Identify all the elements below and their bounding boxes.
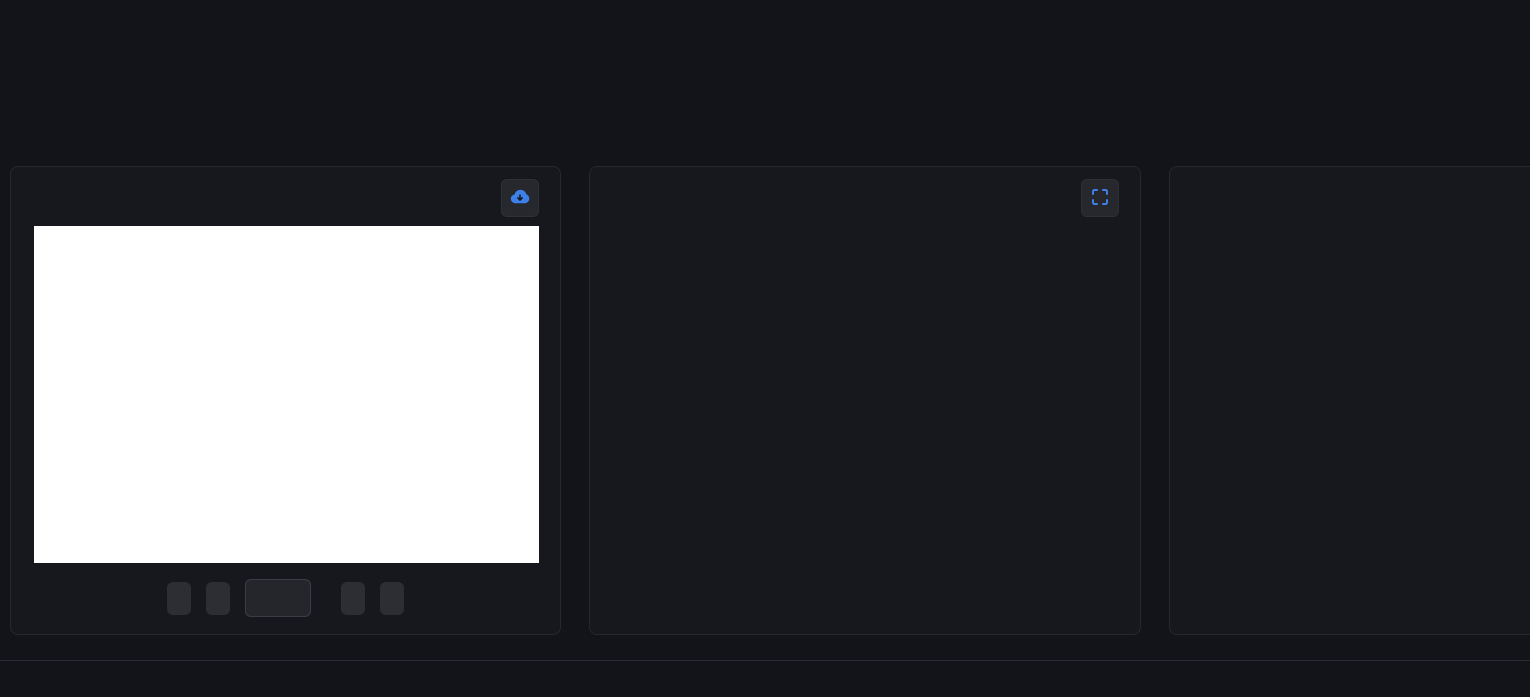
cos-chart[interactable] bbox=[1170, 167, 1530, 636]
noise-image bbox=[34, 226, 539, 563]
section-divider bbox=[0, 660, 1530, 661]
cloud-download-icon bbox=[509, 186, 531, 211]
image-card bbox=[10, 166, 561, 635]
download-image-button[interactable] bbox=[501, 179, 539, 217]
image-pagination bbox=[11, 579, 560, 617]
first-page-button[interactable] bbox=[167, 582, 191, 615]
sin-chart[interactable] bbox=[590, 167, 1142, 636]
scalar-cos-card bbox=[1169, 166, 1530, 635]
scalar-sin-card bbox=[589, 166, 1141, 635]
log-console bbox=[10, 0, 1530, 160]
last-page-button[interactable] bbox=[380, 582, 404, 615]
noise-pixels bbox=[61, 228, 514, 561]
page-number-input[interactable] bbox=[245, 579, 311, 617]
prev-page-button[interactable] bbox=[206, 582, 230, 615]
next-page-button[interactable] bbox=[341, 582, 365, 615]
